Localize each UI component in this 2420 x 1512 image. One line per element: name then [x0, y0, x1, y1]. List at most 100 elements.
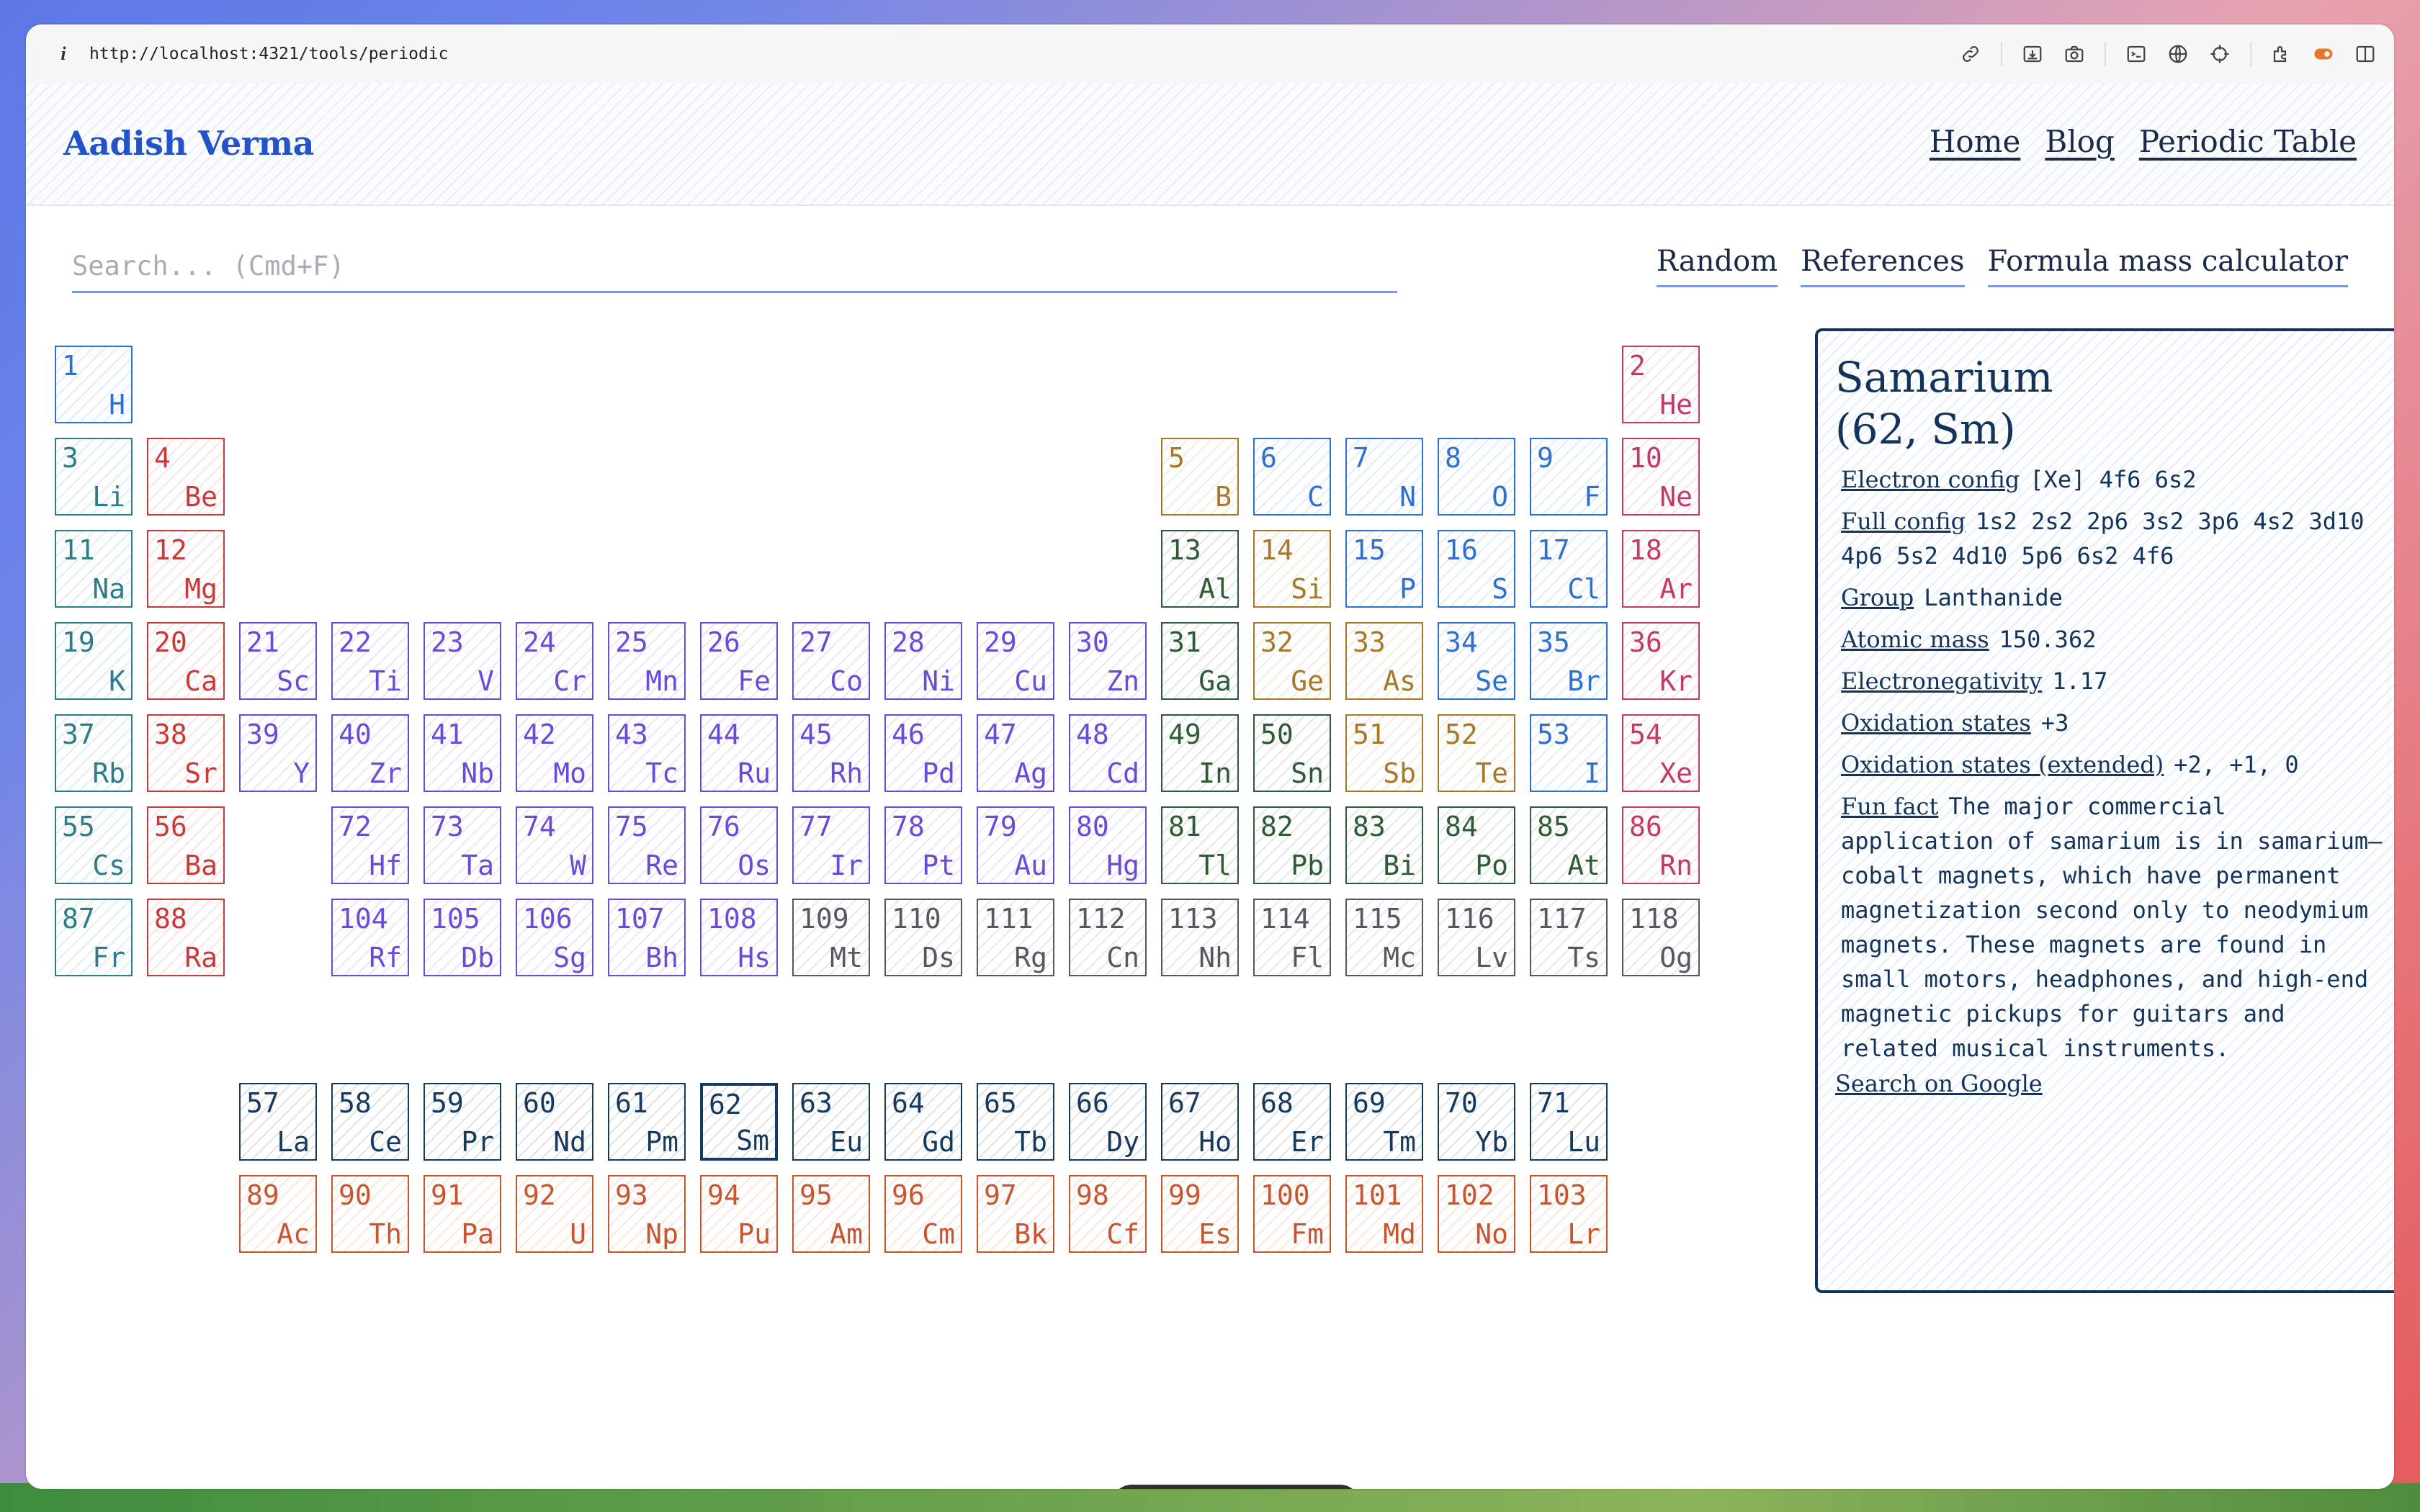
- globe-icon[interactable]: [2166, 42, 2190, 66]
- element-cell-bk[interactable]: 97 Bk: [977, 1175, 1054, 1253]
- oxidation-states-label[interactable]: Oxidation states: [1841, 709, 2031, 737]
- element-cell-tm[interactable]: 69 Tm: [1345, 1083, 1423, 1161]
- element-cell-db[interactable]: 105 Db: [424, 899, 501, 976]
- element-cell-f[interactable]: 9F: [1530, 438, 1608, 516]
- element-cell-nd[interactable]: 60 Nd: [516, 1083, 593, 1161]
- element-cell-cn[interactable]: 112 Cn: [1069, 899, 1147, 976]
- element-cell-y[interactable]: 39 Y: [239, 714, 317, 792]
- nav-periodic-table[interactable]: Periodic Table: [2139, 124, 2357, 159]
- element-cell-sb[interactable]: 51 Sb: [1345, 714, 1423, 792]
- element-cell-ni[interactable]: 28 Ni: [884, 622, 962, 700]
- element-cell-pt[interactable]: 78 Pt: [884, 806, 962, 884]
- camera-icon[interactable]: [2063, 42, 2086, 66]
- element-cell-ge[interactable]: 32 Ge: [1253, 622, 1331, 700]
- formula-mass-calculator-link[interactable]: Formula mass calculator: [1987, 245, 2348, 287]
- element-cell-ne[interactable]: 10 Ne: [1622, 438, 1700, 516]
- element-cell-in[interactable]: 49 In: [1161, 714, 1239, 792]
- element-cell-mg[interactable]: 12 Mg: [147, 530, 225, 608]
- electron-config-label[interactable]: Electron config: [1841, 466, 2020, 493]
- element-cell-nb[interactable]: 41 Nb: [424, 714, 501, 792]
- element-cell-ta[interactable]: 73 Ta: [424, 806, 501, 884]
- element-cell-h[interactable]: 1H: [55, 346, 133, 423]
- nav-blog[interactable]: Blog: [2045, 124, 2114, 159]
- atomic-mass-label[interactable]: Atomic mass: [1841, 626, 1989, 653]
- element-cell-ac[interactable]: 89 Ac: [239, 1175, 317, 1253]
- element-cell-es[interactable]: 99 Es: [1161, 1175, 1239, 1253]
- element-cell-tl[interactable]: 81 Tl: [1161, 806, 1239, 884]
- element-cell-zn[interactable]: 30 Zn: [1069, 622, 1147, 700]
- element-cell-gd[interactable]: 64 Gd: [884, 1083, 962, 1161]
- element-cell-mc[interactable]: 115 Mc: [1345, 899, 1423, 976]
- element-cell-n[interactable]: 7N: [1345, 438, 1423, 516]
- element-cell-er[interactable]: 68 Er: [1253, 1083, 1331, 1161]
- element-cell-os[interactable]: 76 Os: [700, 806, 778, 884]
- element-cell-v[interactable]: 23 V: [424, 622, 501, 700]
- element-cell-rg[interactable]: 111 Rg: [977, 899, 1054, 976]
- element-cell-ti[interactable]: 22 Ti: [331, 622, 409, 700]
- address-bar[interactable]: http://localhost:4321/tools/periodic: [89, 45, 449, 63]
- element-cell-md[interactable]: 101 Md: [1345, 1175, 1423, 1253]
- element-cell-ru[interactable]: 44 Ru: [700, 714, 778, 792]
- element-cell-po[interactable]: 84 Po: [1438, 806, 1515, 884]
- element-cell-ds[interactable]: 110 Ds: [884, 899, 962, 976]
- element-cell-hs[interactable]: 108 Hs: [700, 899, 778, 976]
- element-cell-si[interactable]: 14 Si: [1253, 530, 1331, 608]
- element-cell-i[interactable]: 53 I: [1530, 714, 1608, 792]
- element-cell-ba[interactable]: 56 Ba: [147, 806, 225, 884]
- element-cell-pb[interactable]: 82 Pb: [1253, 806, 1331, 884]
- element-cell-au[interactable]: 79 Au: [977, 806, 1054, 884]
- element-cell-ar[interactable]: 18 Ar: [1622, 530, 1700, 608]
- element-cell-eu[interactable]: 63 Eu: [792, 1083, 870, 1161]
- element-cell-pr[interactable]: 59 Pr: [424, 1083, 501, 1161]
- terminal-icon[interactable]: [2125, 42, 2148, 66]
- group-label[interactable]: Group: [1841, 584, 1914, 611]
- element-cell-ga[interactable]: 31 Ga: [1161, 622, 1239, 700]
- link-icon[interactable]: [1959, 42, 1982, 66]
- element-cell-ra[interactable]: 88 Ra: [147, 899, 225, 976]
- element-cell-la[interactable]: 57 La: [239, 1083, 317, 1161]
- element-cell-k[interactable]: 19 K: [55, 622, 133, 700]
- element-cell-se[interactable]: 34 Se: [1438, 622, 1515, 700]
- element-cell-no[interactable]: 102 No: [1438, 1175, 1515, 1253]
- element-cell-lr[interactable]: 103 Lr: [1530, 1175, 1608, 1253]
- info-icon[interactable]: i: [50, 43, 76, 65]
- element-cell-bi[interactable]: 83 Bi: [1345, 806, 1423, 884]
- crosshair-icon[interactable]: [2208, 42, 2231, 66]
- element-cell-be[interactable]: 4 Be: [147, 438, 225, 516]
- nav-home[interactable]: Home: [1930, 124, 2021, 159]
- element-cell-o[interactable]: 8O: [1438, 438, 1515, 516]
- full-config-label[interactable]: Full config: [1841, 508, 1966, 535]
- element-cell-cm[interactable]: 96 Cm: [884, 1175, 962, 1253]
- element-cell-nh[interactable]: 113 Nh: [1161, 899, 1239, 976]
- search-input[interactable]: [72, 240, 1397, 293]
- element-cell-sr[interactable]: 38 Sr: [147, 714, 225, 792]
- element-cell-mt[interactable]: 109 Mt: [792, 899, 870, 976]
- element-cell-sg[interactable]: 106 Sg: [516, 899, 593, 976]
- element-cell-cd[interactable]: 48 Cd: [1069, 714, 1147, 792]
- element-cell-hf[interactable]: 72 Hf: [331, 806, 409, 884]
- references-link[interactable]: References: [1801, 245, 1965, 287]
- element-cell-fl[interactable]: 114 Fl: [1253, 899, 1331, 976]
- element-cell-rf[interactable]: 104 Rf: [331, 899, 409, 976]
- element-cell-w[interactable]: 74 W: [516, 806, 593, 884]
- element-cell-at[interactable]: 85 At: [1530, 806, 1608, 884]
- element-cell-sm[interactable]: 62 Sm: [700, 1083, 778, 1161]
- element-cell-cl[interactable]: 17 Cl: [1530, 530, 1608, 608]
- element-cell-pd[interactable]: 46 Pd: [884, 714, 962, 792]
- element-cell-ca[interactable]: 20 Ca: [147, 622, 225, 700]
- element-cell-og[interactable]: 118 Og: [1622, 899, 1700, 976]
- element-cell-u[interactable]: 92 U: [516, 1175, 593, 1253]
- element-cell-mn[interactable]: 25 Mn: [608, 622, 686, 700]
- element-cell-am[interactable]: 95 Am: [792, 1175, 870, 1253]
- element-cell-lu[interactable]: 71 Lu: [1530, 1083, 1608, 1161]
- record-icon[interactable]: [2312, 42, 2335, 66]
- element-cell-ho[interactable]: 67 Ho: [1161, 1083, 1239, 1161]
- dock-toolbar[interactable]: [1111, 1485, 1361, 1489]
- element-cell-cf[interactable]: 98 Cf: [1069, 1175, 1147, 1253]
- element-cell-te[interactable]: 52 Te: [1438, 714, 1515, 792]
- element-cell-as[interactable]: 33 As: [1345, 622, 1423, 700]
- download-icon[interactable]: [2021, 42, 2044, 66]
- element-cell-xe[interactable]: 54 Xe: [1622, 714, 1700, 792]
- oxidation-states-extended-label[interactable]: Oxidation states (extended): [1841, 751, 2164, 778]
- extension-icon[interactable]: [2270, 42, 2293, 66]
